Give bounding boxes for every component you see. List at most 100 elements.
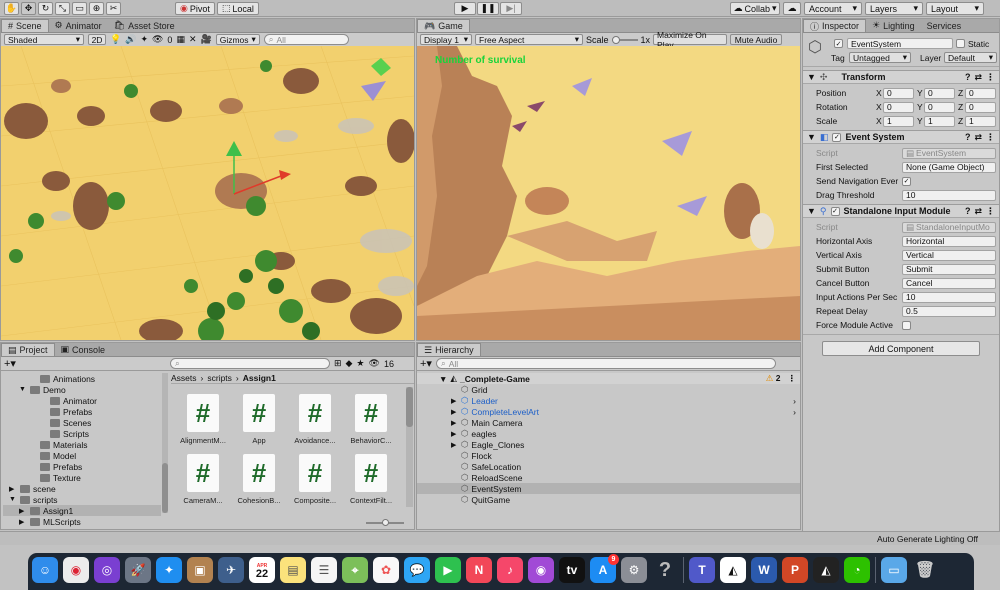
active-checkbox[interactable]: ✓ — [834, 39, 843, 48]
asset-scrollbar[interactable] — [406, 387, 413, 507]
lighting-icon[interactable]: 💡 — [110, 34, 121, 45]
safari-icon[interactable]: ✦ — [156, 557, 182, 583]
hierarchy-item[interactable]: ▶ ⬡ CompleteLevelArt › — [417, 406, 800, 417]
layer-dropdown[interactable]: Default ▾ — [944, 52, 997, 63]
folder-tree-item[interactable]: ▶ Assign1 — [3, 505, 161, 516]
add-asset-button[interactable]: +▾ — [4, 357, 16, 370]
messages-icon[interactable]: 💬 — [404, 557, 430, 583]
folder-tree-item[interactable]: Scenes — [3, 417, 161, 428]
news-icon[interactable]: N — [466, 557, 492, 583]
powerpoint-icon[interactable]: P — [782, 557, 808, 583]
tab-services[interactable]: Services — [921, 19, 968, 32]
submit-button-field[interactable]: Submit — [902, 263, 996, 275]
2d-toggle[interactable]: 2D — [88, 34, 106, 45]
breadcrumb-assign1[interactable]: Assign1 — [243, 373, 276, 383]
account-dropdown[interactable]: Account ▾ — [804, 2, 862, 15]
hierarchy-item[interactable]: ⬡ EventSystem — [417, 483, 800, 494]
folder-tree-item[interactable]: Prefabs — [3, 406, 161, 417]
scale-slider[interactable] — [611, 35, 638, 44]
folder-tree-item[interactable]: Model — [3, 450, 161, 461]
layers-dropdown[interactable]: Layers ▾ — [865, 2, 923, 15]
shading-mode-dropdown[interactable]: Shaded ▾ — [4, 34, 84, 45]
folder-tree-item[interactable]: Scripts — [3, 428, 161, 439]
visibility-icon[interactable]: 👁 — [369, 358, 380, 369]
breadcrumb-scripts[interactable]: scripts — [207, 373, 232, 383]
preset-icon[interactable]: ⇄ — [974, 206, 982, 217]
help-icon[interactable]: ? — [965, 72, 971, 82]
reminders-icon[interactable]: ☰ — [311, 557, 337, 583]
folder-tree-item[interactable]: Prefabs — [3, 461, 161, 472]
visibility-icon[interactable]: 👁 — [152, 34, 163, 45]
foldout-arrow-icon[interactable]: ▶ — [451, 408, 458, 416]
move-tool-icon[interactable]: ✥ — [21, 2, 36, 15]
gizmos-dropdown[interactable]: Gizmos ▾ — [215, 34, 260, 45]
script-asset[interactable]: # BehaviorC... — [345, 393, 397, 445]
foldout-arrow-icon[interactable]: ▶ — [19, 518, 27, 526]
cloud-button[interactable]: ☁ — [783, 2, 801, 15]
pivot-toggle[interactable]: ◉ Pivot — [175, 2, 215, 15]
folder-tree-item[interactable]: ▼ Demo — [3, 384, 161, 395]
finder-icon[interactable]: ☺ — [32, 557, 58, 583]
script-asset[interactable]: # Avoidance... — [289, 393, 341, 445]
input-actions-field[interactable]: 10 — [902, 291, 996, 303]
foldout-arrow-icon[interactable]: ▶ — [451, 397, 458, 405]
tab-scene[interactable]: # Scene — [1, 19, 49, 32]
cancel-button-field[interactable]: Cancel — [902, 277, 996, 289]
trash-icon[interactable]: 🗑 — [912, 557, 938, 583]
unity-editor-icon[interactable]: ◭ — [813, 557, 839, 583]
more-icon[interactable]: ⋮ — [986, 132, 995, 143]
icon-size-slider[interactable] — [366, 519, 404, 526]
unity-hub-icon[interactable]: ◭ — [720, 557, 746, 583]
facetime-icon[interactable]: ▶ — [435, 557, 461, 583]
help-icon[interactable]: ? — [965, 206, 971, 216]
foldout-arrow-icon[interactable]: ▼ — [807, 132, 816, 142]
aspect-dropdown[interactable]: Free Aspect ▾ — [475, 34, 583, 45]
podcasts-icon[interactable]: ◉ — [528, 557, 554, 583]
chevron-right-icon[interactable]: › — [793, 396, 796, 406]
rotation-x-field[interactable]: 0 — [883, 101, 914, 113]
rect-tool-icon[interactable]: ▭ — [72, 2, 87, 15]
project-search-input[interactable]: ⌕ — [169, 358, 330, 369]
scale-y-field[interactable]: 1 — [924, 115, 955, 127]
audio-icon[interactable]: 🔊 — [125, 34, 136, 45]
teams-icon[interactable]: T — [689, 557, 715, 583]
hierarchy-item[interactable]: ⬡ SafeLocation — [417, 461, 800, 472]
scale-tool-icon[interactable]: ⤡ — [55, 2, 70, 15]
tab-hierarchy[interactable]: ☰ Hierarchy — [417, 343, 481, 356]
folder-tree-item[interactable]: Animator — [3, 395, 161, 406]
photo-app-icon[interactable]: ✈ — [218, 557, 244, 583]
slider-thumb[interactable] — [611, 35, 620, 44]
scene-root-row[interactable]: ▼ ◭ _Complete-Game ⚠ 2 ⋮ — [417, 373, 800, 384]
folder-tree-item[interactable]: Animations — [3, 373, 161, 384]
more-icon[interactable]: ⋮ — [986, 72, 995, 83]
event-system-enabled-checkbox[interactable]: ✓ — [832, 132, 842, 142]
script-asset[interactable]: # Composite... — [289, 453, 341, 505]
static-checkbox[interactable] — [956, 39, 965, 48]
foldout-arrow-icon[interactable]: ▶ — [451, 419, 458, 427]
position-y-field[interactable]: 0 — [924, 87, 955, 99]
scale-z-field[interactable]: 1 — [965, 115, 996, 127]
hierarchy-item[interactable]: ▶ ⬡ Eagle_Clones — [417, 439, 800, 450]
maximize-on-play-toggle[interactable]: Maximize On Play — [653, 30, 728, 50]
position-x-field[interactable]: 0 — [883, 87, 914, 99]
foldout-arrow-icon[interactable]: ▶ — [9, 485, 17, 493]
tab-project[interactable]: ▤ Project — [1, 343, 55, 356]
hierarchy-item[interactable]: ⬡ ReloadScene — [417, 472, 800, 483]
tree-scrollbar-thumb[interactable] — [162, 463, 168, 513]
icon-size-thumb[interactable] — [382, 519, 389, 526]
standalone-input-header[interactable]: ▼ ⚲ ✓ Standalone Input Module ? ⇄ ⋮ — [803, 204, 999, 218]
more-icon[interactable]: ⋮ — [986, 206, 995, 217]
help-icon[interactable]: ? — [965, 132, 971, 142]
app-store-icon[interactable]: A9 — [590, 554, 619, 583]
folder-tree-item[interactable]: Texture — [3, 472, 161, 483]
siri-icon[interactable]: ◎ — [94, 557, 120, 583]
foldout-arrow-icon[interactable]: ▶ — [451, 430, 458, 438]
object-name-field[interactable]: EventSystem — [847, 38, 953, 49]
foldout-arrow-icon[interactable]: ▼ — [9, 496, 17, 503]
rotation-y-field[interactable]: 0 — [924, 101, 955, 113]
scene-viewport[interactable] — [1, 46, 414, 340]
folder-tree-item[interactable]: ▶ MLScripts — [3, 516, 161, 527]
rotation-z-field[interactable]: 0 — [965, 101, 996, 113]
force-module-checkbox[interactable] — [902, 320, 911, 330]
script-asset[interactable]: # ContextFilt... — [345, 453, 397, 505]
